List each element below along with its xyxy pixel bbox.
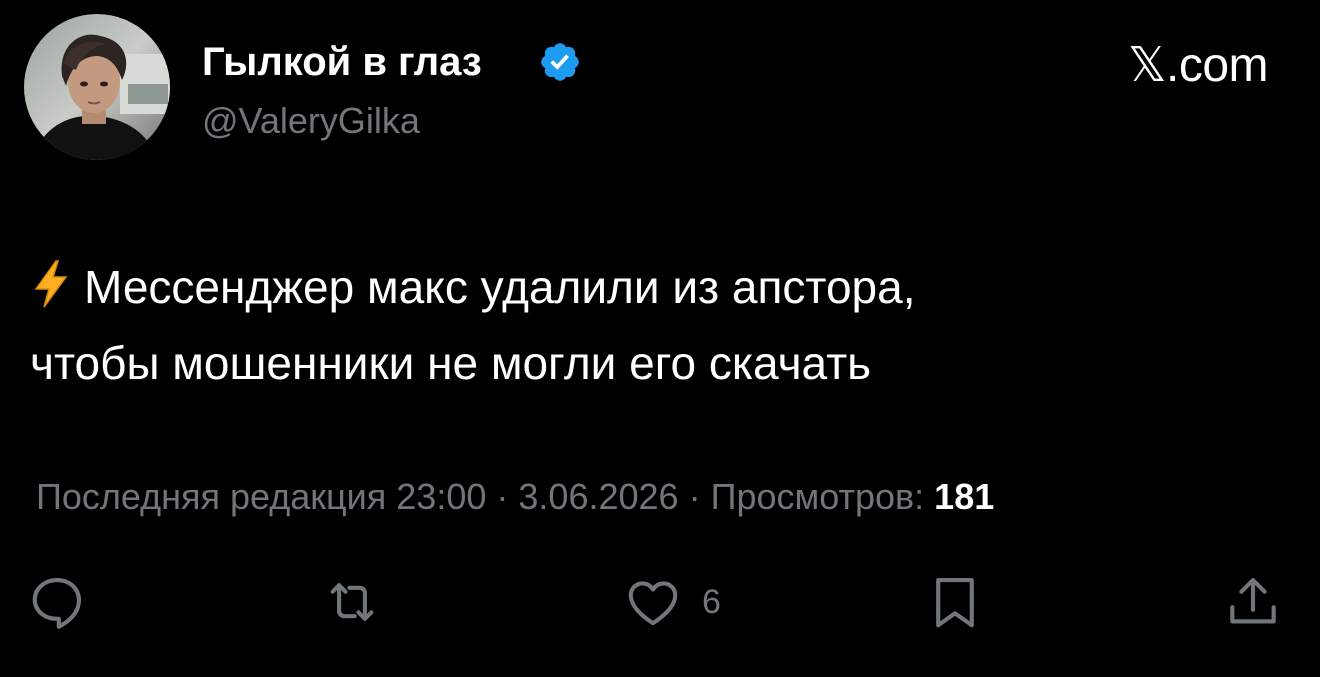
tweet-meta: Последняя редакция 23:00 · 3.06.2026 · П… <box>36 474 1286 520</box>
meta-separator: · <box>688 476 701 517</box>
author-display-name[interactable]: Гылкой в глаз <box>202 38 482 86</box>
reply-button[interactable] <box>26 570 88 634</box>
author-handle[interactable]: @ValeryGilka <box>202 99 420 143</box>
lightning-icon <box>34 260 68 308</box>
edited-label[interactable]: Последняя редакция <box>36 476 386 517</box>
tweet-time: 23:00 <box>396 476 487 517</box>
tweet-text: Мессенджер макс удалили из апстора, чтоб… <box>30 249 1270 401</box>
views-label: Просмотров: <box>710 476 925 517</box>
tweet-line-1-text: Мессенджер макс удалили из апстора, <box>84 261 916 313</box>
tweet-line-1: Мессенджер макс удалили из апстора, <box>30 249 1270 325</box>
avatar[interactable] <box>24 14 170 160</box>
like-button[interactable]: 6 <box>622 570 721 634</box>
tweet-date: 3.06.2026 <box>518 476 679 517</box>
share-icon <box>1230 577 1276 624</box>
heart-icon <box>628 581 678 626</box>
reply-icon <box>32 577 82 629</box>
avatar-photo <box>24 14 170 160</box>
site-logo: 𝕏.com <box>1127 39 1269 92</box>
repost-icon <box>330 583 374 621</box>
views-count: 181 <box>934 476 995 517</box>
tweet-line-2: чтобы мошенники не могли его скачать <box>30 337 872 389</box>
verified-badge-icon <box>541 43 579 81</box>
like-count: 6 <box>702 582 721 621</box>
bookmark-icon <box>936 577 974 628</box>
bookmark-button[interactable] <box>924 570 986 634</box>
repost-button[interactable] <box>321 570 383 634</box>
share-button[interactable] <box>1222 570 1284 634</box>
action-bar: 6 <box>0 570 1320 634</box>
meta-separator: · <box>496 476 509 517</box>
